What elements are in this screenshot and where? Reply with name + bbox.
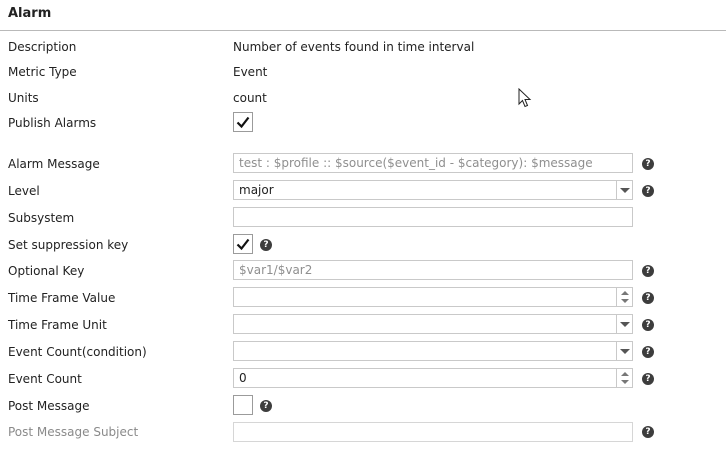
suppression-key-label: Set suppression key	[8, 238, 129, 252]
level-help-icon[interactable]: ?	[642, 185, 654, 197]
suppression-key-checkbox[interactable]	[233, 234, 253, 254]
checkmark-icon	[236, 116, 250, 129]
time-frame-value-label: Time Frame Value	[8, 291, 116, 305]
post-message-subject-label: Post Message Subject	[8, 425, 139, 439]
subsystem-label: Subsystem	[8, 211, 75, 225]
event-count-text: 0	[239, 371, 247, 385]
metric-type-label: Metric Type	[8, 65, 77, 79]
description-value: Number of events found in time interval	[233, 40, 475, 54]
units-label: Units	[8, 91, 39, 105]
time-frame-value-help-icon[interactable]: ?	[642, 292, 654, 304]
metric-type-value: Event	[233, 65, 268, 79]
time-frame-unit-help-icon[interactable]: ?	[642, 319, 654, 331]
stepper-icon[interactable]	[616, 288, 632, 306]
level-select[interactable]: major	[233, 180, 633, 200]
optional-key-help-icon[interactable]: ?	[642, 265, 654, 277]
checkmark-icon	[236, 238, 250, 251]
publish-alarms-label: Publish Alarms	[8, 116, 97, 130]
chevron-down-icon[interactable]	[616, 315, 632, 333]
time-frame-unit-label: Time Frame Unit	[8, 318, 107, 332]
event-count-label: Event Count	[8, 372, 82, 386]
alarm-message-label: Alarm Message	[8, 157, 100, 171]
event-count-condition-help-icon[interactable]: ?	[642, 346, 654, 358]
event-count-help-icon[interactable]: ?	[642, 373, 654, 385]
post-message-subject-input[interactable]	[233, 422, 633, 442]
event-count-condition-select[interactable]	[233, 341, 633, 361]
post-message-subject-help-icon[interactable]: ?	[642, 426, 654, 438]
chevron-down-icon[interactable]	[616, 181, 632, 199]
time-frame-unit-select[interactable]	[233, 314, 633, 334]
alarm-message-input[interactable]: test : $profile :: $source($event_id - $…	[233, 153, 633, 173]
alarm-message-help-icon[interactable]: ?	[642, 158, 654, 170]
section-divider	[0, 30, 726, 31]
subsystem-input[interactable]	[233, 207, 633, 227]
level-label: Level	[8, 184, 40, 198]
stepper-icon[interactable]	[616, 369, 632, 387]
event-count-input[interactable]: 0	[233, 368, 633, 388]
optional-key-input[interactable]: $var1/$var2	[233, 260, 633, 280]
time-frame-value-input[interactable]	[233, 287, 633, 307]
mouse-cursor-icon	[518, 88, 532, 108]
optional-key-label: Optional Key	[8, 264, 85, 278]
section-title: Alarm	[8, 6, 52, 21]
units-value: count	[233, 91, 267, 105]
chevron-down-icon[interactable]	[616, 342, 632, 360]
level-selected-value: major	[239, 183, 274, 197]
event-count-condition-label: Event Count(condition)	[8, 345, 147, 359]
post-message-help-icon[interactable]: ?	[260, 400, 272, 412]
post-message-label: Post Message	[8, 399, 90, 413]
description-label: Description	[8, 40, 77, 54]
suppression-key-help-icon[interactable]: ?	[260, 239, 272, 251]
post-message-checkbox[interactable]	[233, 395, 253, 415]
publish-alarms-checkbox[interactable]	[233, 112, 253, 132]
